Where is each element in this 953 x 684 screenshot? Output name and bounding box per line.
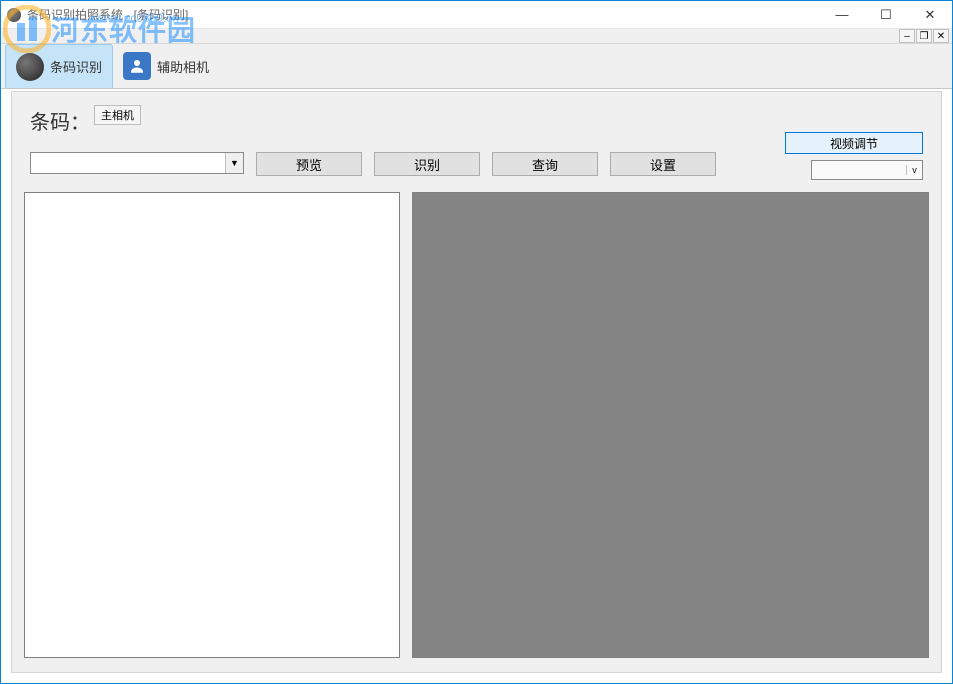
barcode-label: 条码： [30,106,90,135]
tab-aux-camera[interactable]: 辅助相机 [113,44,219,88]
video-adjust-button[interactable]: 视频调节 [785,132,923,154]
application-window: 条码识别拍照系统 - [条码识别] — ☐ ✕ – ❐ ✕ 河东软件园 www.… [0,0,953,684]
person-icon [123,52,151,80]
app-icon [7,8,21,22]
tab-barcode-recognition[interactable]: 条码识别 [5,44,113,88]
preview-button[interactable]: 预览 [256,152,362,176]
mdi-restore-button[interactable]: ❐ [916,29,932,43]
chevron-down-icon[interactable]: v [906,165,922,175]
tab-bar: 条码识别 辅助相机 [1,44,952,89]
preview-panel-right [412,192,929,658]
settings-button[interactable]: 设置 [610,152,716,176]
tab-label: 辅助相机 [157,57,209,76]
device-select[interactable]: v [811,160,923,180]
tab-label: 条码识别 [50,57,102,76]
mdi-close-button[interactable]: ✕ [933,29,949,43]
window-controls: — ☐ ✕ [820,1,952,29]
lens-icon [16,53,44,81]
right-controls: 视频调节 v [785,132,923,180]
barcode-header: 条码： 主相机 [30,106,141,135]
window-title: 条码识别拍照系统 - [条码识别] [27,6,188,23]
query-button[interactable]: 查询 [492,152,598,176]
recognize-button[interactable]: 识别 [374,152,480,176]
panels [24,192,929,658]
barcode-input[interactable] [31,153,225,173]
main-camera-badge: 主相机 [94,105,141,125]
titlebar[interactable]: 条码识别拍照系统 - [条码识别] — ☐ ✕ [1,1,952,29]
preview-panel-left [24,192,400,658]
mdi-child-controls: – ❐ ✕ [1,29,952,44]
mdi-minimize-button[interactable]: – [899,29,915,43]
content-area: 条码： 主相机 ▼ 预览 识别 查询 设置 视频调节 v [11,91,942,673]
maximize-button[interactable]: ☐ [864,1,908,29]
barcode-combo[interactable]: ▼ [30,152,244,174]
close-button[interactable]: ✕ [908,1,952,29]
minimize-button[interactable]: — [820,1,864,29]
chevron-down-icon[interactable]: ▼ [225,153,243,173]
